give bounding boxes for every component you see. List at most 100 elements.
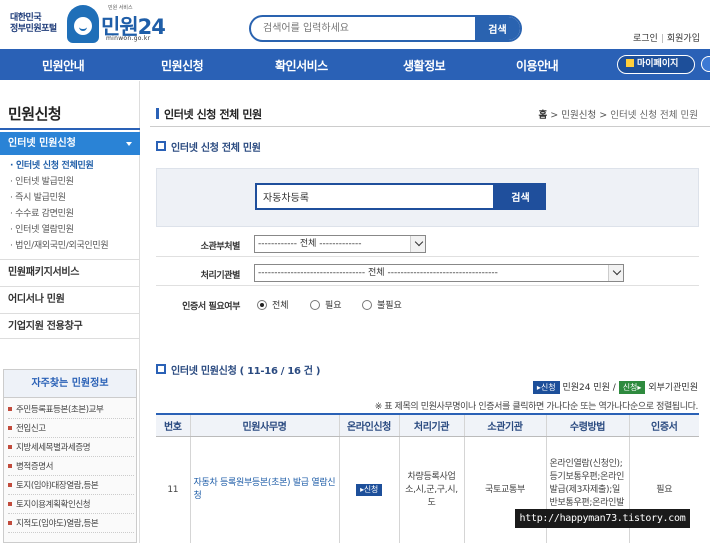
cert-radio-all[interactable]: 전체 (257, 298, 289, 311)
mypage-icon (626, 59, 634, 67)
gnb-item-guide[interactable]: 민원안내 (42, 57, 85, 74)
cell-no: 11 (167, 484, 179, 495)
cell-org: 차량등록사업소,시,군,구,시,도 (398, 436, 464, 543)
faq-item[interactable]: 지적도(임야도)열람,등본 (8, 516, 134, 533)
col-header-online: 온라인신청 (338, 413, 399, 437)
results-title: 인터넷 민원신청 ( 11-16 / 16 건 ) (156, 362, 320, 377)
sidebar-item-internet-apply[interactable]: 인터넷 민원신청 (0, 132, 140, 155)
breadcrumb: 홈 > 민원신청 > 인터넷 신청 전체 민원 (538, 107, 698, 121)
faq-item[interactable]: 토지(임야)대장열람,등본 (8, 478, 134, 495)
cell-name: 자동차 등록원부등본(초본) 발급 열람신청 (189, 436, 339, 543)
cert-radio-not-required[interactable]: 불필요 (362, 298, 402, 311)
dept-filter-row: 소관부처별 ------------ 전체 ------------- (156, 232, 699, 257)
search-section-title: 인터넷 신청 전체 민원 (156, 139, 261, 154)
join-link[interactable]: 회원가입 (667, 34, 700, 44)
legend-text-internal: 민원24 민원 / (562, 383, 616, 393)
global-search-input[interactable] (251, 17, 477, 40)
breadcrumb-sep: > (550, 110, 559, 121)
global-search: 검색 (249, 15, 522, 42)
faq-item[interactable]: 토지이용계획확인신청 (8, 497, 134, 514)
left-sidebar: 민원신청 인터넷 민원신청 · 인터넷 신청 전체민원 · 인터넷 발급민원 ·… (0, 81, 140, 543)
org-filter-row: 처리기관별 --------------------------------- … (156, 261, 699, 286)
dept-select[interactable]: ------------ 전체 ------------- (254, 235, 426, 253)
legend-tag-internal: ▸신청 (532, 381, 560, 394)
radio-label: 전체 (272, 301, 289, 311)
radio-label: 불필요 (377, 301, 402, 311)
page-title: 인터넷 신청 전체 민원 (156, 106, 262, 122)
col-header-no: 번호 (156, 413, 190, 437)
sidebar-sub-label: 즉시 발급민원 (15, 193, 66, 203)
sidebar-sub-all[interactable]: · 인터넷 신청 전체민원 (10, 158, 94, 171)
sidebar-sub-label: 수수료 감면민원 (15, 209, 74, 219)
radio-icon (310, 300, 320, 310)
gnb-item-help[interactable]: 이용안내 (516, 57, 559, 74)
complaint-search-input[interactable] (255, 183, 495, 210)
top-header: 대한민국 정부민원포털 민원 서비스 민원24 minwon.go.kr 검색 … (0, 0, 710, 48)
sidebar-sub-corporate[interactable]: · 법인/재외국민/외국인민원 (10, 238, 109, 251)
breadcrumb-home[interactable]: 홈 (538, 110, 547, 121)
radio-selected-icon (257, 300, 267, 310)
global-search-button[interactable]: 검색 (475, 17, 520, 40)
search-panel: 검색 소관부처별 ------------ 전체 ------------- 처… (156, 168, 699, 322)
cert-filter-row: 인증서 필요여부 전체 필요 불필요 (156, 292, 699, 317)
cert-radio-required[interactable]: 필요 (310, 298, 342, 311)
main-navigation: 민원안내 민원신청 확인서비스 생활정보 이용안내 마이페이지 (0, 49, 710, 80)
apply-button[interactable]: ▸신청 (356, 483, 382, 496)
faq-title: 자주찾는 민원정보 (4, 370, 136, 398)
cert-label: 인증서 필요여부 (182, 302, 240, 312)
sidebar-title: 민원신청 (8, 105, 62, 123)
sidebar-divider (0, 128, 140, 130)
title-divider (150, 126, 710, 127)
utility-links: 로그인 | 회원가입 (632, 34, 700, 44)
breadcrumb-current: 인터넷 신청 전체 민원 (610, 110, 698, 121)
org-select-value: --------------------------------- 전체 ---… (258, 268, 498, 278)
sort-note: ※ 표 제목의 민원사무명이나 인증서를 클릭하면 가나다순 또는 역가나다순으… (374, 402, 699, 412)
legend-tag-label: 신청 (540, 383, 556, 392)
site-url: minwon.go.kr (106, 35, 151, 42)
faq-item[interactable]: 주민등록표등본(초본)교부 (8, 402, 134, 419)
faq-box: 자주찾는 민원정보 주민등록표등본(초본)교부 전입신고 지방세세목별과세증명 … (3, 369, 137, 543)
chevron-down-icon (126, 142, 132, 146)
sidebar-sub-label: 인터넷 열람민원 (15, 225, 74, 235)
sidebar-sub-label: 인터넷 신청 전체민원 (15, 161, 94, 171)
dept-label: 소관부처별 (200, 242, 241, 252)
mypage-label: 마이페이지 (637, 59, 679, 69)
breadcrumb-sep: > (599, 110, 608, 121)
minwon24-logo-icon[interactable] (67, 5, 99, 43)
gnb-item-apply[interactable]: 민원신청 (161, 57, 204, 74)
sidebar-sub-issue[interactable]: · 인터넷 발급민원 (10, 174, 74, 187)
sidebar-sub-fee-reduction[interactable]: · 수수료 감면민원 (10, 206, 74, 219)
sidebar-sub-label: 인터넷 발급민원 (15, 177, 74, 187)
sidebar-item-business[interactable]: 기업지원 전용창구 (0, 313, 140, 339)
breadcrumb-level1[interactable]: 민원신청 (561, 110, 596, 121)
legend-text-external: 외부기관민원 (648, 383, 698, 393)
mypage-button[interactable]: 마이페이지 (617, 55, 695, 74)
gnb-item-confirm[interactable]: 확인서비스 (275, 57, 328, 74)
col-header-name[interactable]: 민원사무명 (189, 413, 339, 437)
gnb-extra-icon[interactable] (701, 56, 710, 72)
org-label: 처리기관별 (200, 271, 241, 281)
apply-button-label: 신청 (363, 484, 378, 494)
radio-icon (362, 300, 372, 310)
faq-item[interactable]: 전입신고 (8, 421, 134, 438)
col-header-dept: 소관기관 (463, 413, 546, 437)
cell-apply: ▸신청 (338, 436, 399, 543)
org-select[interactable]: --------------------------------- 전체 ---… (254, 264, 624, 282)
chevron-down-icon (612, 266, 622, 276)
faq-item[interactable]: 병적증명서 (8, 459, 134, 476)
legend: ▸신청 민원24 민원 / 신청▸ 외부기관민원 (532, 380, 698, 394)
login-link[interactable]: 로그인 (633, 34, 658, 44)
sidebar-item-anywhere[interactable]: 어디서나 민원 (0, 286, 140, 312)
gnb-item-life-info[interactable]: 생활정보 (403, 57, 446, 74)
legend-tag-label: 신청 (622, 383, 638, 392)
col-header-cert[interactable]: 인증서 (628, 413, 699, 437)
sidebar-sub-label: 법인/재외국민/외국인민원 (15, 241, 109, 251)
search-box-area: 검색 (156, 168, 699, 227)
sidebar-sub-view[interactable]: · 인터넷 열람민원 (10, 222, 74, 235)
radio-label: 필요 (325, 301, 342, 311)
complaint-name-link[interactable]: 자동차 등록원부등본(초본) 발급 열람신청 (194, 478, 336, 501)
sidebar-item-package[interactable]: 민원패키지서비스 (0, 259, 140, 285)
faq-item[interactable]: 지방세세목별과세증명 (8, 440, 134, 457)
sidebar-sub-instant[interactable]: · 즉시 발급민원 (10, 190, 66, 203)
complaint-search-button[interactable]: 검색 (495, 183, 546, 210)
